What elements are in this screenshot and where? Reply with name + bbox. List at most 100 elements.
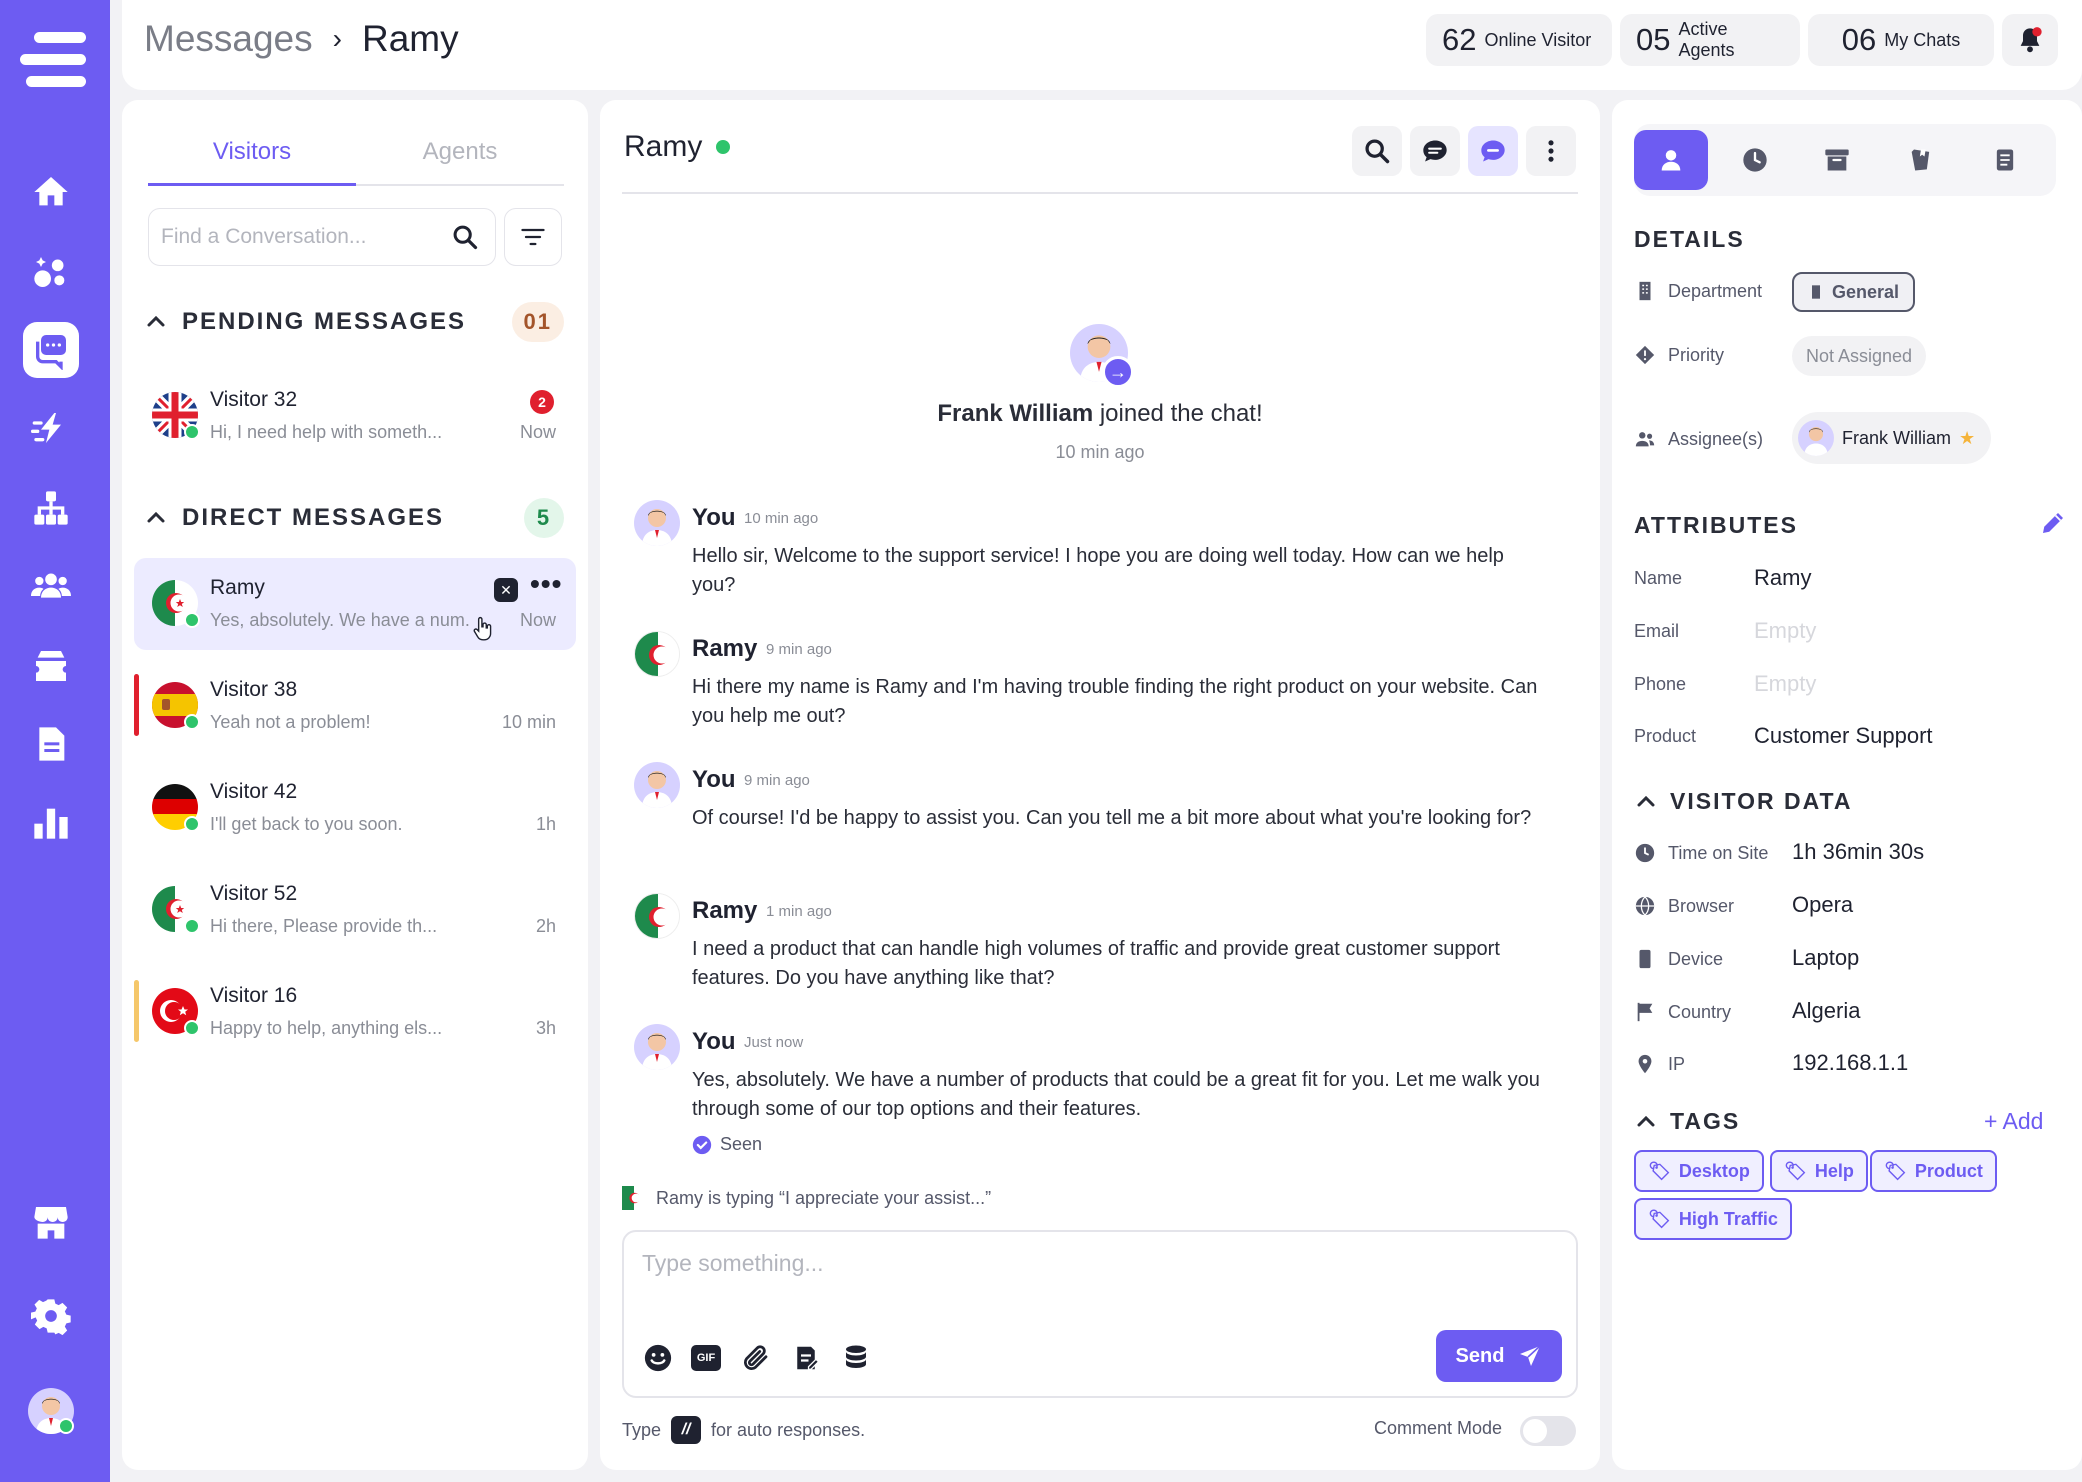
user-icon [1661, 150, 1681, 171]
clock-icon [1635, 843, 1655, 863]
tag-chip[interactable]: 🏷 Product [1870, 1150, 1997, 1192]
tab-visitors[interactable]: Visitors [148, 120, 356, 186]
my-chats-stat[interactable]: 06 My Chats [1808, 14, 1994, 66]
visitor-field-label: Browser [1634, 895, 1734, 917]
chat-header-divider [622, 192, 1578, 194]
archive-icon [1825, 149, 1849, 171]
attribute-label: Product [1634, 726, 1697, 746]
send-button[interactable]: Send [1436, 1330, 1562, 1382]
app-logo[interactable] [20, 32, 86, 88]
department-pill[interactable]: General [1792, 272, 1916, 312]
attribute-value[interactable]: Customer Support [1754, 723, 1933, 749]
search-icon[interactable] [451, 223, 479, 251]
chat-more-button[interactable] [1526, 126, 1576, 176]
tag-icon: 🏷 [1648, 1208, 1671, 1229]
conversation-item[interactable]: Visitor 16 Happy to help, anything els..… [134, 966, 576, 1058]
online-visitors-stat[interactable]: 62 Online Visitor [1426, 14, 1612, 66]
ticket-icon[interactable] [25, 640, 77, 692]
close-conversation-button[interactable]: ✕ [494, 578, 518, 602]
end-chat-button[interactable] [1468, 126, 1518, 176]
visitor-data-heading: VISITOR DATA [1670, 788, 1853, 814]
online-dot [184, 612, 200, 628]
add-tag-button[interactable]: + Add [1984, 1108, 2043, 1135]
conversation-item[interactable]: Visitor 32 Hi, I need help with someth..… [134, 370, 576, 462]
notifications-button[interactable] [2002, 14, 2058, 66]
edit-attributes-button[interactable] [2038, 508, 2068, 543]
more-options-icon[interactable]: ••• [530, 568, 562, 600]
direct-messages-header[interactable]: DIRECT MESSAGES 5 [144, 496, 564, 540]
visitor-data-header[interactable]: VISITOR DATA [1634, 788, 1852, 815]
emoji-icon[interactable] [642, 1342, 674, 1374]
assignee-pill[interactable]: Frank William ★ [1792, 412, 1992, 464]
conversation-search [148, 208, 496, 266]
store-icon[interactable] [25, 1196, 77, 1248]
online-dot [184, 816, 200, 832]
attribute-value[interactable]: Empty [1754, 618, 1816, 644]
conversation-item[interactable]: Visitor 38 Yeah not a problem! 10 min [134, 660, 576, 752]
department-value: General [1832, 281, 1900, 302]
assignee-label: Assignee(s) [1634, 428, 1763, 450]
priority-pill[interactable]: Not Assigned [1792, 336, 1927, 376]
database-icon[interactable] [840, 1342, 872, 1374]
conversation-item[interactable]: Visitor 52 Hi there, Please provide th..… [134, 864, 576, 956]
conversation-time: 3h [535, 1018, 556, 1038]
message-input[interactable] [642, 1250, 1542, 1290]
building-icon [1812, 285, 1820, 299]
clock-icon [1743, 148, 1767, 172]
message-text: Hi there my name is Ramy and I'm having … [692, 676, 1538, 727]
conversation-preview: Happy to help, anything els... [210, 1018, 443, 1038]
chat-bubble-icon [1423, 140, 1447, 162]
tab-history[interactable] [1718, 130, 1792, 190]
attribute-value[interactable]: Ramy [1754, 565, 1811, 591]
messages-icon[interactable] [23, 322, 79, 378]
tags-header[interactable]: TAGS [1634, 1108, 1740, 1135]
document-icon[interactable] [25, 718, 77, 770]
online-dot [184, 918, 200, 934]
breadcrumb-current: Ramy [361, 18, 459, 59]
tab-documents[interactable] [1968, 130, 2042, 190]
active-agents-stat[interactable]: 05 Active Agents [1620, 14, 1800, 66]
org-chart-icon[interactable] [25, 482, 77, 534]
building-icon [1639, 281, 1651, 301]
pending-messages-header[interactable]: PENDING MESSAGES 01 [144, 300, 564, 344]
integrations-icon[interactable] [25, 246, 77, 298]
breadcrumb-root[interactable]: Messages [144, 18, 313, 60]
tab-notes[interactable] [1884, 130, 1958, 190]
tags-heading: TAGS [1670, 1108, 1741, 1134]
stat-number: 06 [1841, 22, 1877, 57]
stat-number: 62 [1442, 22, 1477, 57]
conversation-item-selected[interactable]: Ramy Yes, absolutely. We have a num... ✕… [134, 558, 576, 650]
conversation-preview: Yes, absolutely. We have a num... [210, 610, 470, 630]
tab-archive[interactable] [1800, 130, 1874, 190]
home-icon[interactable] [25, 166, 77, 218]
message-time: 1 min ago [766, 903, 832, 920]
filter-button[interactable] [504, 208, 562, 266]
star-icon: ★ [1959, 427, 1976, 448]
chevron-up-icon [147, 315, 165, 327]
gear-icon[interactable] [25, 1290, 77, 1342]
online-dot [184, 424, 200, 440]
priority-bar [134, 980, 139, 1042]
tag-chip[interactable]: 🏷 High Traffic [1634, 1198, 1792, 1240]
attachment-icon[interactable] [740, 1342, 772, 1374]
tab-profile[interactable] [1634, 130, 1708, 190]
gif-icon[interactable]: GIF [690, 1342, 722, 1374]
tag-icon: 🏷 [1648, 1160, 1671, 1181]
tag-chip[interactable]: 🏷 Help [1770, 1150, 1868, 1192]
visitor-field-value: Laptop [1792, 945, 1860, 970]
message-text: Of course! I'd be happy to assist you. C… [692, 807, 1532, 829]
speed-icon[interactable] [25, 402, 77, 454]
team-icon[interactable] [25, 560, 77, 612]
pencil-icon [2043, 513, 2063, 533]
canned-responses-icon[interactable] [790, 1342, 822, 1374]
chat-notes-button[interactable] [1410, 126, 1460, 176]
comment-mode-toggle[interactable] [1520, 1416, 1576, 1446]
attribute-value[interactable]: Empty [1754, 671, 1816, 697]
tab-agents[interactable]: Agents [356, 120, 564, 184]
tag-chip[interactable]: 🏷 Desktop [1634, 1150, 1764, 1192]
search-input[interactable] [161, 225, 451, 249]
conversation-item[interactable]: Visitor 42 I'll get back to you soon. 1h [134, 762, 576, 854]
message-author: Ramy [692, 635, 758, 662]
chat-search-button[interactable] [1352, 126, 1402, 176]
analytics-icon[interactable] [25, 796, 77, 848]
